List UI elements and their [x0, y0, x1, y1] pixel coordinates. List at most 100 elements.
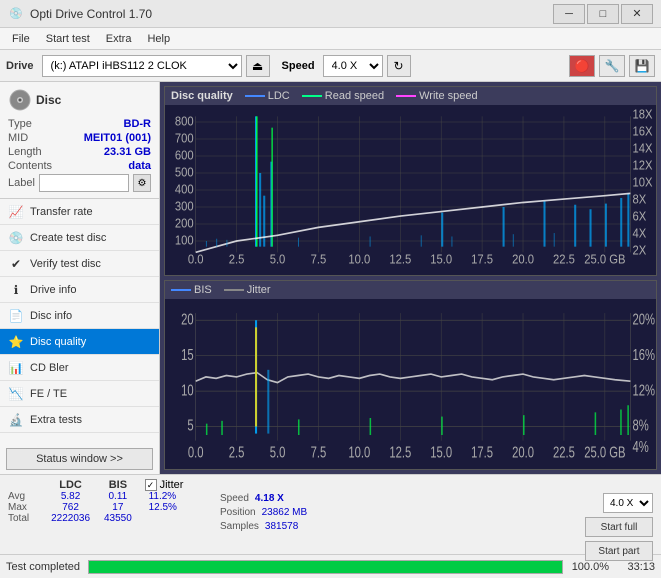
minimize-button[interactable]: ─	[553, 4, 585, 24]
nav-cd-bler-label: CD Bler	[30, 362, 69, 374]
start-full-button[interactable]: Start full	[585, 517, 653, 537]
disc-mid-label: MID	[8, 132, 28, 144]
svg-text:10: 10	[181, 382, 194, 399]
legend-bis-line	[171, 289, 191, 291]
nav-disc-quality[interactable]: ⭐ Disc quality	[0, 329, 159, 355]
nav-extra-tests[interactable]: 🔬 Extra tests	[0, 407, 159, 433]
svg-text:600: 600	[175, 148, 194, 163]
speed-label: Speed	[282, 60, 315, 72]
start-part-button[interactable]: Start part	[585, 541, 653, 561]
legend-jitter: Jitter	[224, 284, 271, 296]
nav-drive-info-label: Drive info	[30, 284, 76, 296]
menu-start-test[interactable]: Start test	[38, 31, 98, 47]
nav-create-test-disc[interactable]: 💿 Create test disc	[0, 225, 159, 251]
ldc-col-header: LDC	[44, 479, 97, 491]
samples-label: Samples	[220, 521, 259, 532]
svg-text:4X: 4X	[632, 226, 646, 241]
svg-text:12X: 12X	[632, 158, 652, 173]
nav-verify-test-disc[interactable]: ✔ Verify test disc	[0, 251, 159, 277]
menu-extra[interactable]: Extra	[98, 31, 140, 47]
position-label: Position	[220, 507, 256, 518]
disc-label-input[interactable]	[39, 174, 129, 192]
progress-percent: 100.0%	[571, 561, 609, 573]
chart2-svg: 20 15 10 5 20% 16% 12% 8% 4% 0.0 2.5 5.0…	[165, 299, 656, 469]
bis-col-header: BIS	[97, 479, 138, 491]
disc-length-value: 23.31 GB	[104, 146, 151, 158]
svg-text:6X: 6X	[632, 209, 646, 224]
svg-text:4%: 4%	[632, 438, 648, 455]
chart1-svg: 800 700 600 500 400 300 200 100 18X 16X …	[165, 105, 656, 275]
eject-button[interactable]: ⏏	[246, 55, 270, 77]
toolbar-btn-1[interactable]: 🔴	[569, 55, 595, 77]
nav-disc-info[interactable]: 📄 Disc info	[0, 303, 159, 329]
svg-text:22.5: 22.5	[553, 252, 575, 267]
nav-cd-bler[interactable]: 📊 CD Bler	[0, 355, 159, 381]
jitter-checkbox[interactable]: ✓	[145, 479, 157, 491]
svg-text:15.0: 15.0	[430, 444, 452, 461]
avg-ldc-val: 5.82	[44, 491, 97, 502]
main-layout: Disc Type BD-R MID MEIT01 (001) Length 2…	[0, 82, 661, 474]
avg-jitter-val: 11.2%	[139, 491, 208, 502]
status-window-button[interactable]: Status window >>	[6, 448, 153, 470]
disc-length-label: Length	[8, 146, 42, 158]
disc-label-label: Label	[8, 177, 35, 189]
titlebar: 💿 Opti Drive Control 1.70 ─ □ ✕	[0, 0, 661, 28]
max-bis-val: 17	[97, 502, 138, 513]
chart1-header: Disc quality LDC Read speed Write speed	[165, 87, 656, 105]
disc-info-icon: 📄	[8, 308, 24, 324]
disc-mid-value: MEIT01 (001)	[84, 132, 151, 144]
drive-info-icon: ℹ	[8, 282, 24, 298]
total-row-label: Total	[8, 513, 44, 524]
svg-text:2X: 2X	[632, 243, 646, 258]
disc-mid-row: MID MEIT01 (001)	[8, 132, 151, 144]
nav-fe-te[interactable]: 📉 FE / TE	[0, 381, 159, 407]
app-icon: 💿	[8, 6, 24, 22]
toolbar-btn-2[interactable]: 🔧	[599, 55, 625, 77]
position-value: 23862 MB	[262, 507, 308, 518]
svg-text:20: 20	[181, 311, 194, 328]
nav-container: 📈 Transfer rate 💿 Create test disc ✔ Ver…	[0, 199, 159, 433]
close-button[interactable]: ✕	[621, 4, 653, 24]
svg-text:20.0: 20.0	[512, 252, 534, 267]
svg-text:14X: 14X	[632, 141, 652, 156]
legend-read-label: Read speed	[325, 90, 384, 102]
nav-drive-info[interactable]: ℹ Drive info	[0, 277, 159, 303]
sidebar: Disc Type BD-R MID MEIT01 (001) Length 2…	[0, 82, 160, 474]
jitter-label: Jitter	[160, 479, 184, 491]
disc-panel: Disc Type BD-R MID MEIT01 (001) Length 2…	[0, 82, 159, 199]
speed-info-row: Speed 4.18 X	[220, 493, 307, 504]
speed-select[interactable]: 4.0 X	[323, 55, 383, 77]
max-ldc-val: 762	[44, 502, 97, 513]
menu-help[interactable]: Help	[139, 31, 178, 47]
svg-text:10.0: 10.0	[348, 252, 370, 267]
extra-tests-icon: 🔬	[8, 412, 24, 428]
refresh-button[interactable]: ↻	[387, 55, 411, 77]
disc-header: Disc	[8, 88, 151, 112]
disc-label-button[interactable]: ⚙	[133, 174, 151, 192]
speed-info-value: 4.18 X	[255, 493, 284, 504]
toolbar-btn-3[interactable]: 💾	[629, 55, 655, 77]
svg-text:700: 700	[175, 131, 194, 146]
samples-info-row: Samples 381578	[220, 521, 307, 532]
svg-text:0.0: 0.0	[188, 444, 204, 461]
transfer-rate-icon: 📈	[8, 204, 24, 220]
svg-text:400: 400	[175, 182, 194, 197]
nav-transfer-rate[interactable]: 📈 Transfer rate	[0, 199, 159, 225]
svg-text:15.0: 15.0	[430, 252, 452, 267]
avg-row-label: Avg	[8, 491, 44, 502]
nav-disc-quality-label: Disc quality	[30, 336, 86, 348]
svg-text:12%: 12%	[632, 382, 655, 399]
chart2-svg-wrap: 20 15 10 5 20% 16% 12% 8% 4% 0.0 2.5 5.0…	[165, 299, 656, 469]
legend-bis-label: BIS	[194, 284, 212, 296]
nav-extra-tests-label: Extra tests	[30, 414, 82, 426]
svg-text:16%: 16%	[632, 346, 655, 363]
stats-bar: LDC BIS ✓ Jitter Avg 5.82 0.11 11.2% Max…	[0, 474, 661, 554]
menu-file[interactable]: File	[4, 31, 38, 47]
samples-value: 381578	[265, 521, 298, 532]
svg-text:2.5: 2.5	[229, 444, 245, 461]
svg-text:12.5: 12.5	[389, 444, 411, 461]
drive-select[interactable]: (k:) ATAPI iHBS112 2 CLOK	[42, 55, 242, 77]
svg-text:7.5: 7.5	[311, 444, 327, 461]
speed-select-stats[interactable]: 4.0 X	[603, 493, 653, 513]
maximize-button[interactable]: □	[587, 4, 619, 24]
